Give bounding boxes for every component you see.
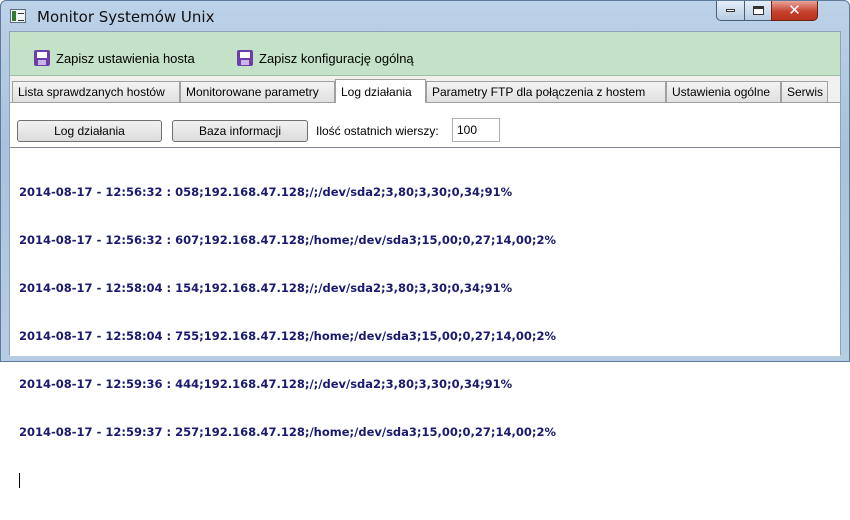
text-caret	[19, 473, 20, 488]
tab-host-list[interactable]: Lista sprawdzanych hostów	[12, 81, 180, 102]
tab-service[interactable]: Serwis	[781, 81, 828, 102]
maximize-button[interactable]	[744, 1, 772, 21]
log-line: 2014-08-17 - 12:56:32 : 058;192.168.47.1…	[19, 185, 513, 199]
floppy-disk-icon	[34, 50, 50, 66]
save-host-settings-label: Zapisz ustawienia hosta	[56, 50, 195, 66]
tab-ftp-parameters[interactable]: Parametry FTP dla połączenia z hostem	[426, 81, 666, 102]
log-tab-panel: Log działania Baza informacji Ilość osta…	[10, 102, 840, 488]
save-general-config-label: Zapisz konfigurację ogólną	[259, 50, 414, 66]
log-line: 2014-08-17 - 12:56:32 : 607;192.168.47.1…	[19, 233, 556, 247]
maximize-icon	[752, 6, 764, 15]
app-icon	[10, 9, 26, 23]
close-button[interactable]: ✕	[771, 1, 818, 21]
window-title: Monitor Systemów Unix	[37, 8, 215, 26]
floppy-disk-icon	[237, 50, 253, 66]
app-window: Monitor Systemów Unix ✕ Zapisz ustawieni…	[0, 0, 850, 488]
log-line: 2014-08-17 - 12:59:37 : 257;192.168.47.1…	[19, 425, 556, 439]
info-database-button[interactable]: Baza informacji	[172, 120, 308, 142]
save-general-config-button[interactable]: Zapisz konfigurację ogólną	[237, 48, 414, 68]
close-icon: ✕	[788, 1, 801, 19]
tab-monitored-parameters[interactable]: Monitorowane parametry	[180, 81, 335, 102]
rows-count-label: Ilość ostatnich wierszy:	[316, 124, 439, 138]
log-line: 2014-08-17 - 12:58:04 : 755;192.168.47.1…	[19, 329, 556, 343]
minimize-icon	[726, 9, 735, 12]
log-text-area[interactable]: 2014-08-17 - 12:56:32 : 058;192.168.47.1…	[10, 147, 840, 488]
rows-count-input[interactable]	[452, 118, 500, 142]
client-area: Zapisz ustawienia hosta Zapisz konfigura…	[9, 31, 841, 488]
save-host-settings-button[interactable]: Zapisz ustawienia hosta	[34, 48, 195, 68]
tab-activity-log[interactable]: Log działania	[335, 79, 426, 103]
log-line: 2014-08-17 - 12:59:36 : 444;192.168.47.1…	[19, 377, 513, 391]
tab-general-settings[interactable]: Ustawienia ogólne	[666, 81, 781, 102]
log-line: 2014-08-17 - 12:58:04 : 154;192.168.47.1…	[19, 281, 513, 295]
minimize-button[interactable]	[716, 1, 745, 21]
title-bar[interactable]: Monitor Systemów Unix ✕	[1, 1, 849, 31]
activity-log-button[interactable]: Log działania	[17, 120, 162, 142]
toolbar: Zapisz ustawienia hosta Zapisz konfigura…	[10, 32, 840, 76]
tab-strip: Lista sprawdzanych hostów Monitorowane p…	[10, 79, 840, 103]
